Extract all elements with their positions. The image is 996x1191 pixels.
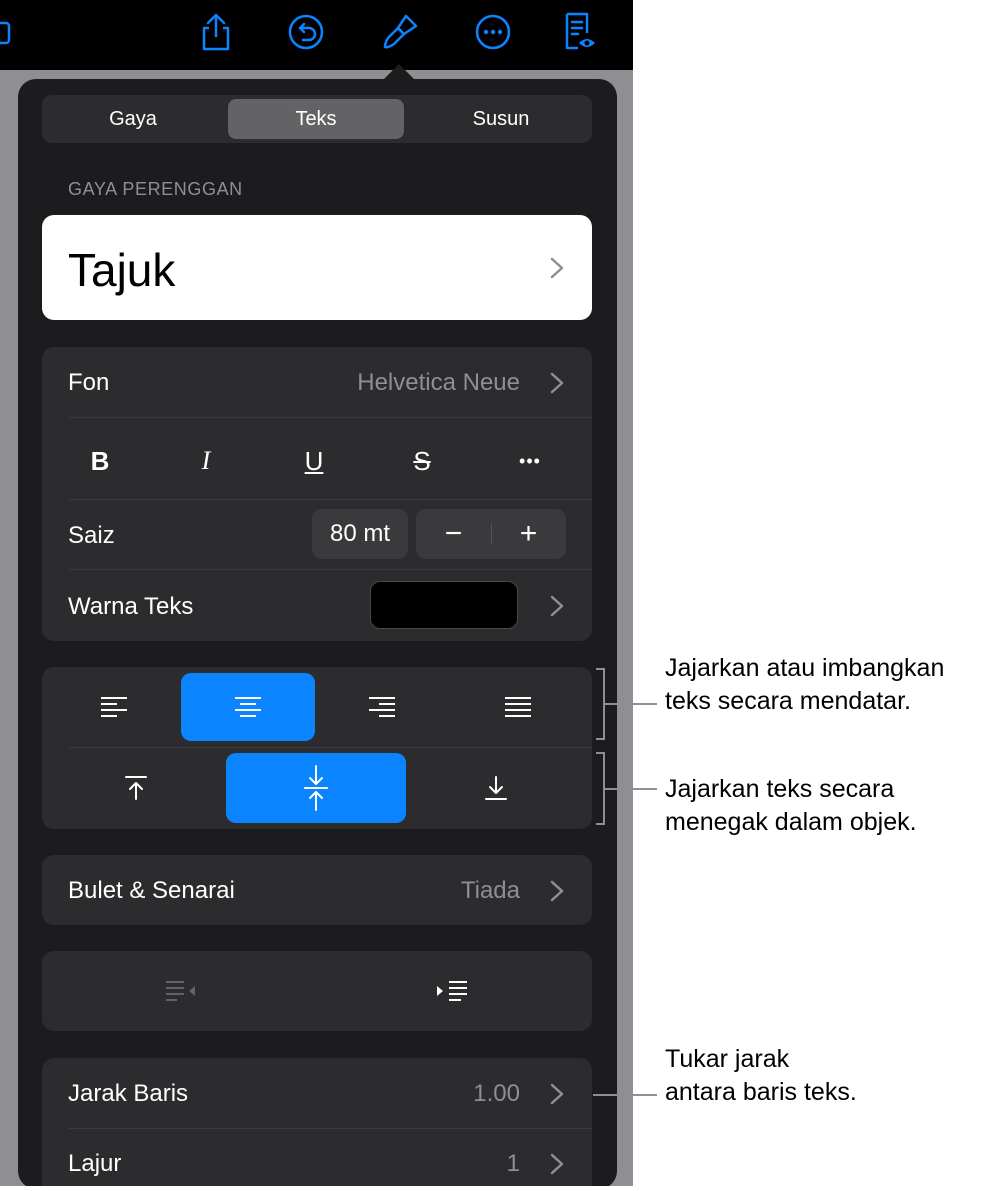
align-bottom-icon (485, 776, 507, 800)
app-screen: Gaya Teks Susun GAYA PERENGGAN Tajuk Fon… (0, 0, 633, 1191)
size-stepper: − + (416, 509, 566, 559)
callout-line-1: Jajarkan teks secara (665, 775, 895, 803)
tab-gaya[interactable]: Gaya (46, 99, 220, 139)
chevron-right-icon (550, 595, 564, 617)
font-label: Fon (68, 369, 110, 396)
justify-button[interactable] (466, 673, 570, 741)
align-top-icon (125, 776, 147, 800)
callout-line-spacing-text: Tukar jarak antara baris teks. (665, 1043, 857, 1109)
toolbar (0, 0, 633, 70)
media-icon[interactable] (0, 10, 22, 54)
font-settings-card: Fon Helvetica Neue B I U S ••• Saiz 80 m… (42, 347, 592, 641)
increase-size-button[interactable]: + (491, 509, 566, 559)
callout-line-vertical (605, 788, 657, 790)
chevron-right-icon (550, 257, 564, 279)
columns-label: Lajur (68, 1150, 122, 1177)
chevron-right-icon (550, 1083, 564, 1105)
callout-line-spacing (593, 1094, 657, 1096)
callout-horizontal-align: Jajarkan atau imbangkan teks secara mend… (665, 652, 944, 718)
align-left-icon (101, 697, 127, 717)
increase-indent-icon (437, 981, 467, 1001)
callout-line-1: Tukar jarak (665, 1045, 790, 1073)
tab-teks[interactable]: Teks (228, 99, 404, 139)
bold-button[interactable]: B (70, 441, 130, 481)
tab-susun[interactable]: Susun (414, 99, 588, 139)
align-top-button[interactable] (72, 753, 200, 823)
bullets-label: Bulet & Senarai (68, 877, 235, 904)
callout-line-horizontal (605, 703, 657, 705)
paragraph-style-button[interactable]: Tajuk (42, 215, 592, 320)
line-spacing-label: Jarak Baris (68, 1080, 189, 1107)
line-spacing-value: 1.00 (473, 1080, 520, 1107)
decrease-indent-icon (166, 981, 195, 1001)
columns-row[interactable]: Lajur 1 (42, 1128, 592, 1189)
decrease-indent-button[interactable] (102, 957, 262, 1025)
callout-line-2: menegak dalam objek. (665, 808, 917, 836)
chevron-right-icon (550, 372, 564, 394)
divider (68, 747, 592, 748)
chevron-right-icon (550, 1153, 564, 1175)
italic-button[interactable]: I (176, 441, 236, 481)
alignment-card (42, 667, 592, 829)
plus-icon: + (519, 517, 538, 550)
callout-vertical-align: Jajarkan teks secara menegak dalam objek… (665, 773, 917, 839)
increase-indent-button[interactable] (372, 957, 532, 1025)
font-value: Helvetica Neue (357, 369, 520, 396)
align-center-icon (235, 697, 261, 717)
format-brush-icon[interactable] (378, 10, 422, 54)
minus-icon: − (444, 517, 463, 550)
reading-view-icon[interactable] (558, 10, 602, 54)
callout-bracket-horizontal (596, 668, 605, 740)
share-icon[interactable] (194, 10, 238, 54)
columns-value: 1 (506, 1150, 520, 1177)
strikethrough-button[interactable]: S (392, 441, 452, 481)
size-label: Saiz (68, 522, 115, 549)
more-text-options-button[interactable]: ••• (500, 441, 560, 481)
size-field[interactable]: 80 mt (312, 509, 408, 559)
align-bottom-button[interactable] (432, 753, 560, 823)
callout-bracket-vertical (596, 752, 605, 825)
align-center-button[interactable] (181, 673, 315, 741)
text-color-row[interactable]: Warna Teks (42, 569, 592, 641)
align-middle-button[interactable] (226, 753, 406, 823)
align-right-icon (369, 697, 395, 717)
divider (68, 417, 592, 418)
more-icon[interactable] (471, 10, 515, 54)
screen-edge (0, 1186, 633, 1191)
align-right-button[interactable] (330, 673, 434, 741)
paragraph-style-value: Tajuk (68, 244, 176, 296)
underline-button[interactable]: U (284, 441, 344, 481)
text-color-label: Warna Teks (68, 593, 194, 620)
align-middle-icon (304, 765, 328, 811)
bullets-lists-row[interactable]: Bulet & Senarai Tiada (42, 855, 592, 925)
bullets-value: Tiada (460, 877, 520, 904)
spacing-card: Jarak Baris 1.00 Lajur 1 (42, 1058, 592, 1189)
callout-line-2: antara baris teks. (665, 1078, 857, 1106)
undo-icon[interactable] (284, 10, 328, 54)
justify-icon (505, 697, 531, 717)
format-popover: Gaya Teks Susun GAYA PERENGGAN Tajuk Fon… (18, 79, 617, 1189)
align-left-button[interactable] (62, 673, 166, 741)
decrease-size-button[interactable]: − (416, 509, 491, 559)
line-spacing-row[interactable]: Jarak Baris 1.00 (42, 1058, 592, 1128)
format-tabs: Gaya Teks Susun (42, 95, 592, 143)
chevron-right-icon (550, 880, 564, 902)
divider (68, 499, 592, 500)
text-color-swatch[interactable] (370, 581, 518, 629)
callout-line-1: Jajarkan atau imbangkan (665, 654, 945, 682)
font-row[interactable]: Fon Helvetica Neue (42, 347, 592, 417)
paragraph-style-heading: GAYA PERENGGAN (68, 179, 243, 199)
indent-card (42, 951, 592, 1031)
callout-line-2: teks secara mendatar. (665, 687, 911, 715)
